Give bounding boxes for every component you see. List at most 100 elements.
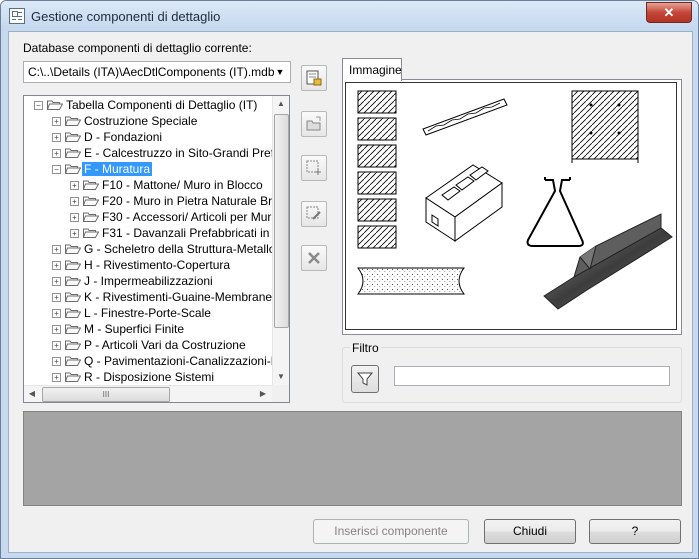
delete-icon bbox=[308, 252, 320, 264]
tree-node-label[interactable]: Costruzione Speciale bbox=[82, 114, 199, 128]
description-panel bbox=[23, 411, 682, 506]
expand-icon[interactable]: + bbox=[70, 181, 79, 190]
open-folder-icon bbox=[306, 116, 321, 131]
horizontal-scroll-thumb[interactable]: III bbox=[42, 387, 170, 402]
folder-icon bbox=[64, 291, 82, 302]
collapse-icon[interactable]: − bbox=[52, 165, 61, 174]
expand-icon[interactable]: + bbox=[52, 341, 61, 350]
preview-drawing bbox=[356, 90, 673, 310]
brick-column-drawing bbox=[357, 90, 397, 249]
chevron-down-icon[interactable]: ▼ bbox=[272, 64, 288, 80]
folder-icon bbox=[64, 355, 82, 366]
scroll-left-icon[interactable]: ◀ bbox=[24, 386, 40, 402]
folder-icon bbox=[64, 147, 82, 158]
folder-icon bbox=[82, 195, 100, 206]
expand-icon[interactable]: + bbox=[52, 117, 61, 126]
tree-vertical-scrollbar[interactable]: ▲ ▼ bbox=[272, 96, 289, 385]
tree-node-label[interactable]: M - Superfici Finite bbox=[82, 322, 186, 336]
component-tree[interactable]: + R - Disposizione Sistemi + Q - Pavimentaz… bbox=[23, 95, 290, 403]
database-select-value: C:\..\Details (ITA)\AecDtlComponents (IT… bbox=[28, 65, 275, 79]
tree-node-label[interactable]: F - Muratura bbox=[82, 162, 153, 176]
folder-icon bbox=[82, 211, 100, 222]
concrete-block-drawing bbox=[425, 164, 503, 242]
database-label: Database componenti di dettaglio corrent… bbox=[23, 41, 252, 55]
help-button[interactable]: ? bbox=[589, 519, 681, 544]
new-component-icon bbox=[306, 160, 321, 175]
scroll-corner bbox=[272, 385, 289, 402]
folder-icon bbox=[46, 99, 64, 110]
triangle-tie-drawing bbox=[526, 177, 584, 247]
expand-icon[interactable]: + bbox=[52, 309, 61, 318]
close-window-button[interactable]: ✕ bbox=[646, 2, 692, 23]
funnel-icon bbox=[357, 372, 373, 386]
expand-icon[interactable]: + bbox=[70, 197, 79, 206]
expand-icon[interactable]: + bbox=[52, 293, 61, 302]
edit-database-button[interactable] bbox=[301, 65, 327, 91]
insert-component-button[interactable]: Inserisci componente bbox=[313, 519, 469, 544]
dialog-window: Gestione componenti di dettaglio ✕ Datab… bbox=[0, 0, 699, 559]
folder-icon bbox=[64, 163, 82, 174]
filter-label: Filtro bbox=[350, 341, 381, 355]
collapse-icon[interactable]: − bbox=[34, 101, 43, 110]
sill-section-drawing bbox=[356, 267, 466, 295]
expand-icon[interactable]: + bbox=[52, 133, 61, 142]
folder-icon bbox=[64, 115, 82, 126]
filter-button[interactable] bbox=[351, 365, 379, 393]
tree-node-label[interactable]: H - Rivestimento-Copertura bbox=[82, 258, 232, 272]
slab-drawing bbox=[571, 90, 639, 163]
component-preview-image bbox=[345, 82, 677, 330]
expand-icon[interactable]: + bbox=[52, 357, 61, 366]
folder-icon bbox=[82, 227, 100, 238]
title-bar: Gestione componenti di dettaglio ✕ bbox=[1, 1, 698, 31]
tree-node-label[interactable]: Q - Pavimentazioni-Canalizzazioni-Recinz… bbox=[82, 354, 289, 368]
tree-node-label[interactable]: F20 - Muro in Pietra Naturale Breccia bbox=[100, 194, 289, 208]
tree-node-label[interactable]: Tabella Componenti di Dettaglio (IT) bbox=[64, 98, 259, 112]
expand-icon[interactable]: + bbox=[52, 261, 61, 270]
scroll-down-icon[interactable]: ▼ bbox=[273, 369, 289, 385]
app-icon bbox=[9, 8, 25, 24]
tree-node-label[interactable]: F30 - Accessori/ Articoli per Muratura bbox=[100, 210, 289, 224]
tree-node-label[interactable]: J - Impermeabilizzazioni bbox=[82, 274, 215, 288]
wall-tie-drawing bbox=[422, 98, 508, 136]
new-component-button[interactable] bbox=[301, 155, 327, 181]
edit-component-icon bbox=[306, 206, 321, 220]
tree-node-label[interactable]: F31 - Davanzali Prefabbricati in Cemento bbox=[100, 226, 289, 240]
expand-icon[interactable]: + bbox=[70, 229, 79, 238]
edit-component-button[interactable] bbox=[301, 201, 327, 227]
tree-node-label[interactable]: L - Finestre-Porte-Scale bbox=[82, 306, 213, 320]
folder-icon bbox=[64, 339, 82, 350]
filter-input[interactable] bbox=[394, 366, 670, 386]
folder-icon bbox=[64, 371, 82, 382]
expand-icon[interactable]: + bbox=[52, 149, 61, 158]
close-button[interactable]: Chiudi bbox=[484, 519, 576, 544]
tree-node-label[interactable]: R - Disposizione Sistemi bbox=[82, 370, 216, 384]
folder-icon bbox=[64, 307, 82, 318]
folder-icon bbox=[64, 275, 82, 286]
folder-icon bbox=[64, 243, 82, 254]
open-folder-button[interactable] bbox=[301, 111, 327, 137]
tree-node-label[interactable]: P - Articoli Vari da Costruzione bbox=[82, 338, 248, 352]
delete-button[interactable] bbox=[301, 245, 327, 271]
scroll-up-icon[interactable]: ▲ bbox=[273, 96, 289, 112]
scroll-right-icon[interactable]: ▶ bbox=[255, 386, 271, 402]
expand-icon[interactable]: + bbox=[52, 245, 61, 254]
database-select[interactable]: C:\..\Details (ITA)\AecDtlComponents (IT… bbox=[23, 61, 291, 83]
expand-icon[interactable]: + bbox=[70, 213, 79, 222]
expand-icon[interactable]: + bbox=[52, 325, 61, 334]
expand-icon[interactable]: + bbox=[52, 373, 61, 382]
tree-node-label[interactable]: E - Calcestruzzo in Sito-Grandi Prefabbr… bbox=[82, 146, 289, 160]
folder-icon bbox=[64, 131, 82, 142]
folder-icon bbox=[64, 323, 82, 334]
flashing-profile-drawing bbox=[543, 213, 673, 310]
tree-node-label[interactable]: G - Scheletro della Struttura-Metallo Le… bbox=[82, 242, 289, 256]
tree-node-label[interactable]: D - Fondazioni bbox=[82, 130, 164, 144]
tab-immagine-label: Immagine bbox=[349, 63, 402, 77]
window-title: Gestione componenti di dettaglio bbox=[31, 9, 221, 24]
tree-horizontal-scrollbar[interactable]: ◀ III ▶ bbox=[24, 385, 272, 402]
tree-node-label[interactable]: K - Rivestimenti-Guaine-Membrane bbox=[82, 290, 274, 304]
tab-immagine[interactable]: Immagine bbox=[342, 58, 402, 81]
vertical-scroll-thumb[interactable] bbox=[274, 114, 289, 328]
tree-node-label[interactable]: F10 - Mattone/ Muro in Blocco bbox=[100, 178, 265, 192]
folder-icon bbox=[82, 179, 100, 190]
expand-icon[interactable]: + bbox=[52, 277, 61, 286]
